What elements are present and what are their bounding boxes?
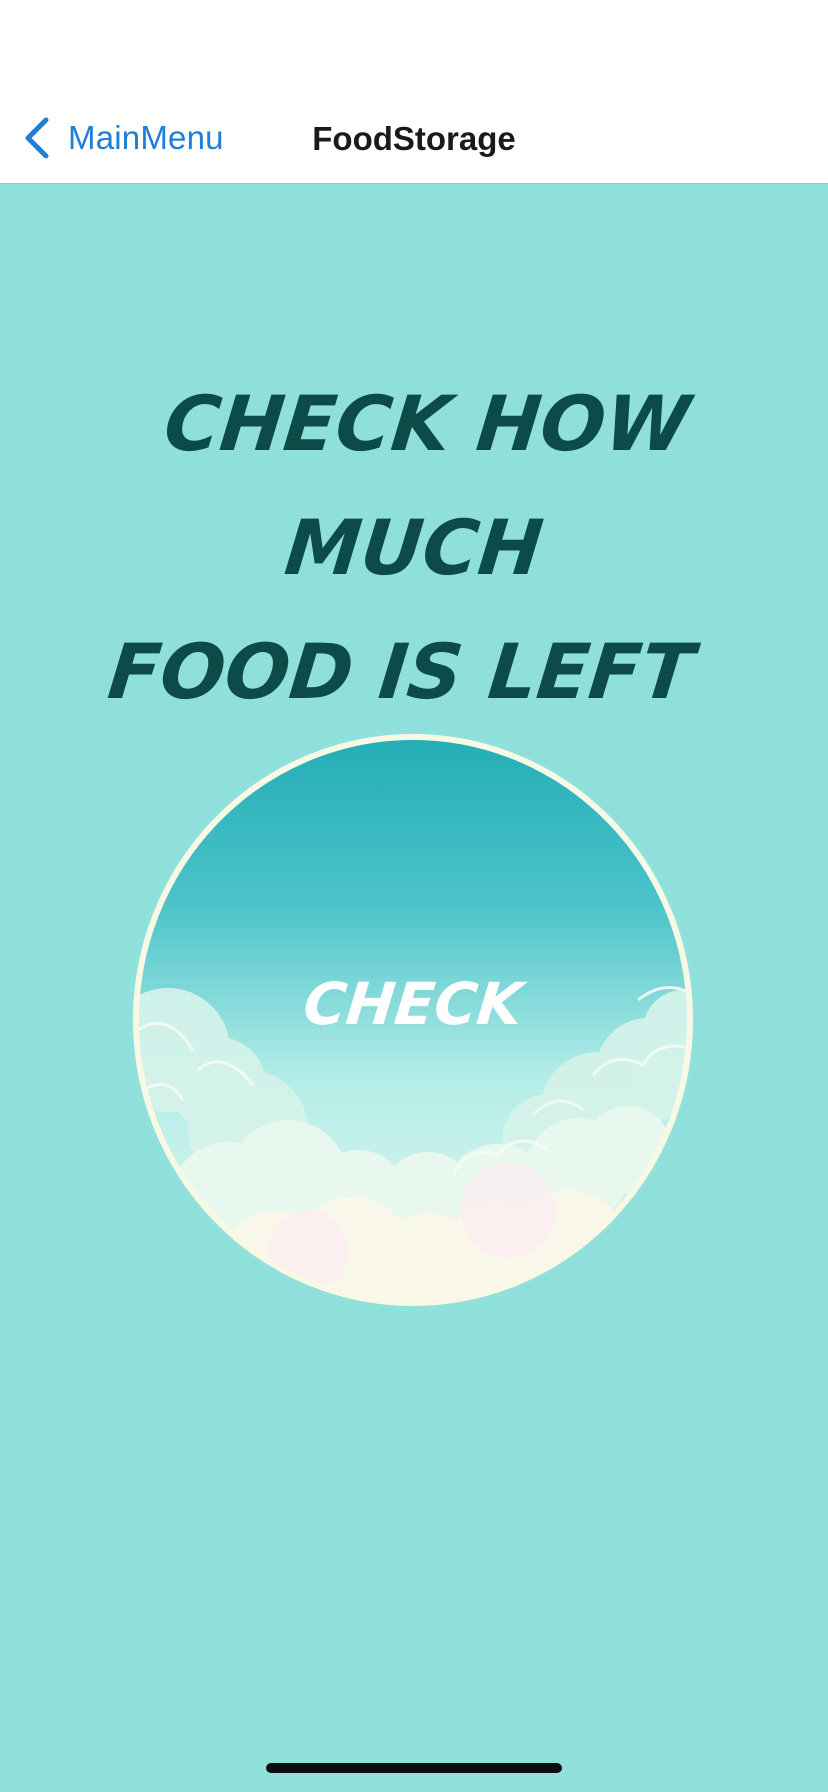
check-button-circle xyxy=(128,730,698,1310)
status-bar xyxy=(0,0,828,92)
navigation-bar: MainMenu FoodStorage xyxy=(0,92,828,184)
page-title: FoodStorage xyxy=(312,120,516,157)
headline: CHECK HOW MUCH FOOD IS LEFT xyxy=(20,362,807,734)
headline-line-1: CHECK HOW MUCH xyxy=(160,379,694,592)
headline-line-2: FOOD IS LEFT xyxy=(104,627,698,716)
check-button[interactable]: CHECK xyxy=(128,730,698,1310)
food-storage-screen: MainMenu FoodStorage CHECK HOW MUCH FOOD… xyxy=(0,0,828,1792)
home-indicator[interactable] xyxy=(266,1763,562,1773)
